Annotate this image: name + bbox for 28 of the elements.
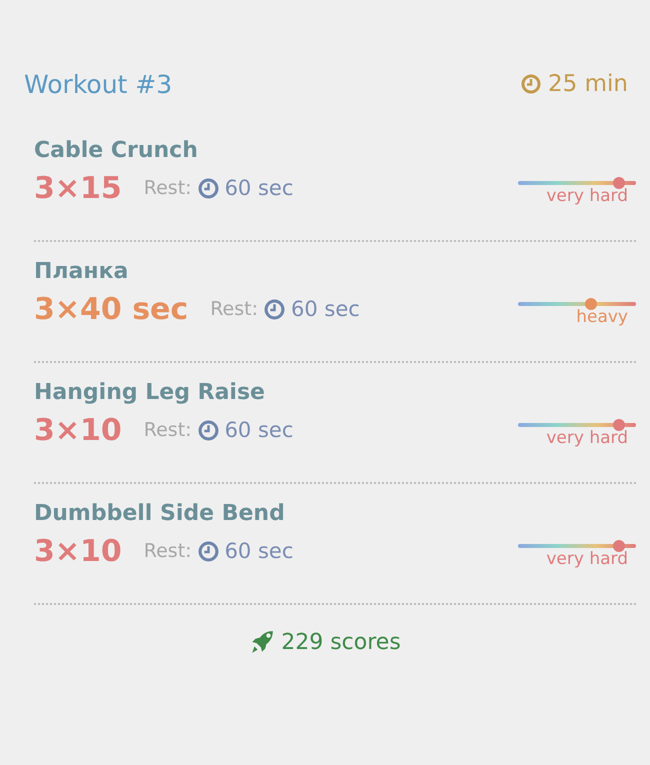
- scores: 229 scores: [281, 630, 401, 654]
- rest-label: Rest:: [144, 177, 192, 199]
- rest-time: 60 sec: [224, 418, 294, 442]
- sets-reps: 3×10: [34, 412, 122, 448]
- intensity-label: very hard: [546, 548, 628, 570]
- duration: 25 min: [548, 71, 628, 97]
- rest-time: 60 sec: [291, 297, 360, 321]
- rest-time: 60 sec: [224, 539, 294, 563]
- clock-icon: [198, 540, 219, 562]
- exercise-name: Планка: [34, 258, 130, 286]
- exercise-name: Dumbbell Side Bend: [34, 500, 286, 528]
- sets-reps: 3×15: [34, 170, 122, 206]
- clock-icon: [198, 420, 219, 440]
- intensity-label: heavy: [576, 306, 628, 328]
- clock-icon: [198, 178, 219, 198]
- rest-label: Rest:: [210, 298, 258, 320]
- sets-reps: 3×40 sec: [34, 292, 188, 326]
- intensity-label: very hard: [546, 185, 628, 207]
- rest-label: Rest:: [144, 540, 192, 562]
- clock-icon: [264, 298, 285, 320]
- rest-label: Rest:: [144, 419, 192, 441]
- exercise-name: Cable Crunch: [34, 137, 199, 165]
- intensity-label: very hard: [546, 427, 628, 449]
- clock-icon: [521, 74, 542, 94]
- rest-time: 60 sec: [224, 176, 294, 200]
- sets-reps: 3×10: [34, 534, 122, 568]
- workout-title: Workout #3: [24, 70, 172, 98]
- exercise-name: Hanging Leg Raise: [34, 379, 266, 407]
